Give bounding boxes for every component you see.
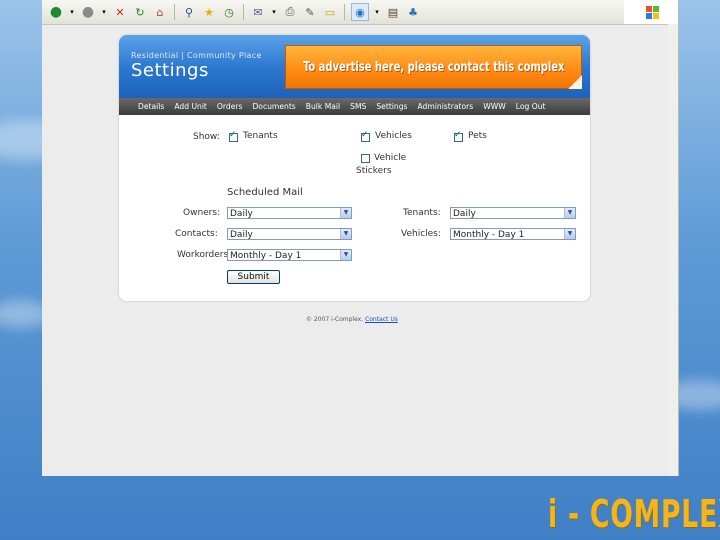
browser-toolbar: ● ▾ ● ▾ ✕ ↻ ⌂ ⚲ ★ ◷ ✉ ▾ ⎙ ✎ ▭ ◉ ▾ ▤ ♣ xyxy=(42,0,626,25)
nav-bulk-mail[interactable]: Bulk Mail xyxy=(301,102,345,111)
contacts-select[interactable]: Daily ▼ xyxy=(227,228,352,240)
pets-checkbox-label: Pets xyxy=(468,131,487,141)
chevron-down-icon: ▼ xyxy=(564,229,575,239)
logo-pane xyxy=(646,13,652,19)
nav-details[interactable]: Details xyxy=(133,102,169,111)
owners-select-value: Daily xyxy=(230,209,253,219)
print-icon[interactable]: ⎙ xyxy=(282,4,298,20)
contacts-select-value: Daily xyxy=(230,230,253,240)
vehicle-stickers-checkbox-label: Vehicle Stickers xyxy=(356,153,407,176)
users-icon[interactable]: ♣ xyxy=(405,4,421,20)
nav-www[interactable]: WWW xyxy=(478,102,511,111)
chevron-down-icon: ▼ xyxy=(340,208,351,218)
chevron-down-icon[interactable]: ▾ xyxy=(373,4,381,20)
history-icon[interactable]: ◷ xyxy=(221,4,237,20)
browser-window: ● ▾ ● ▾ ✕ ↻ ⌂ ⚲ ★ ◷ ✉ ▾ ⎙ ✎ ▭ ◉ ▾ ▤ ♣ Re… xyxy=(42,0,679,476)
advertise-banner[interactable]: To advertise here, please contact this c… xyxy=(285,45,582,89)
page-curl-icon xyxy=(568,75,582,89)
copyright-text: © 2007 i-Complex. xyxy=(306,316,364,323)
edit-icon[interactable]: ✎ xyxy=(302,4,318,20)
chevron-down-icon[interactable]: ▾ xyxy=(100,4,108,20)
main-nav: Details Add Unit Orders Documents Bulk M… xyxy=(119,98,590,115)
search-icon[interactable]: ⚲ xyxy=(181,4,197,20)
research-icon[interactable]: ▤ xyxy=(385,4,401,20)
nav-settings[interactable]: Settings xyxy=(371,102,412,111)
owners-label: Owners: xyxy=(183,208,221,218)
discuss-icon[interactable]: ▭ xyxy=(322,4,338,20)
contacts-label: Contacts: xyxy=(175,229,218,239)
logo-pane xyxy=(653,13,659,19)
tenants-checkbox[interactable] xyxy=(229,130,238,142)
chevron-down-icon: ▼ xyxy=(340,229,351,239)
footer: © 2007 i-Complex. Contact Us xyxy=(306,316,398,323)
chevron-down-icon[interactable]: ▾ xyxy=(68,4,76,20)
header-banner: Residential | Community Place Settings T… xyxy=(119,35,590,98)
brand-logo: i - COMPLEX xyxy=(548,492,720,536)
tenants-select-value: Daily xyxy=(453,209,476,219)
page-viewport: Residential | Community Place Settings T… xyxy=(42,25,668,476)
scheduled-mail-heading: Scheduled Mail xyxy=(227,187,303,198)
stop-icon[interactable]: ✕ xyxy=(112,4,128,20)
toolbar-divider xyxy=(174,4,175,20)
nav-documents[interactable]: Documents xyxy=(247,102,300,111)
chevron-down-icon[interactable]: ▾ xyxy=(270,4,278,20)
workorders-select-value: Monthly - Day 1 xyxy=(230,251,302,261)
vehicles-checkbox[interactable] xyxy=(361,130,370,142)
breadcrumb: Residential | Community Place xyxy=(131,51,262,60)
nav-add-unit[interactable]: Add Unit xyxy=(169,102,212,111)
contact-us-link[interactable]: Contact Us xyxy=(365,316,398,323)
chevron-down-icon: ▼ xyxy=(340,250,351,260)
nav-administrators[interactable]: Administrators xyxy=(413,102,479,111)
tenants-mail-label: Tenants: xyxy=(403,208,441,218)
nav-sms[interactable]: SMS xyxy=(345,102,371,111)
settings-panel: Residential | Community Place Settings T… xyxy=(119,35,590,301)
workorders-select[interactable]: Monthly - Day 1 ▼ xyxy=(227,249,352,261)
favorites-icon[interactable]: ★ xyxy=(201,4,217,20)
home-icon[interactable]: ⌂ xyxy=(152,4,168,20)
show-label: Show: xyxy=(193,132,220,142)
tenants-checkbox-label: Tenants xyxy=(243,131,278,141)
chevron-down-icon: ▼ xyxy=(564,208,575,218)
page-title: Settings xyxy=(131,60,209,81)
owners-select[interactable]: Daily ▼ xyxy=(227,207,352,219)
logo-pane xyxy=(646,6,652,12)
logo-pane xyxy=(653,6,659,12)
toolbar-divider xyxy=(344,4,345,20)
nav-orders[interactable]: Orders xyxy=(212,102,248,111)
refresh-icon[interactable]: ↻ xyxy=(132,4,148,20)
vehicles-select[interactable]: Monthly - Day 1 ▼ xyxy=(450,228,576,240)
vehicles-select-value: Monthly - Day 1 xyxy=(453,230,525,240)
mail-icon[interactable]: ✉ xyxy=(250,4,266,20)
submit-button[interactable]: Submit xyxy=(227,270,280,284)
pets-checkbox[interactable] xyxy=(454,130,463,142)
vehicles-checkbox-label: Vehicles xyxy=(375,131,412,141)
toolbar-divider xyxy=(243,4,244,20)
back-icon[interactable]: ● xyxy=(48,4,64,20)
vehicles-mail-label: Vehicles: xyxy=(401,229,441,239)
tenants-select[interactable]: Daily ▼ xyxy=(450,207,576,219)
messenger-icon[interactable]: ◉ xyxy=(351,3,369,21)
advertise-text: To advertise here, please contact this c… xyxy=(302,59,565,75)
windows-logo xyxy=(624,0,678,25)
nav-log-out[interactable]: Log Out xyxy=(511,102,551,111)
vertical-scrollbar[interactable] xyxy=(667,24,678,476)
forward-icon[interactable]: ● xyxy=(80,4,96,20)
workorders-label: Workorders: xyxy=(177,250,232,260)
